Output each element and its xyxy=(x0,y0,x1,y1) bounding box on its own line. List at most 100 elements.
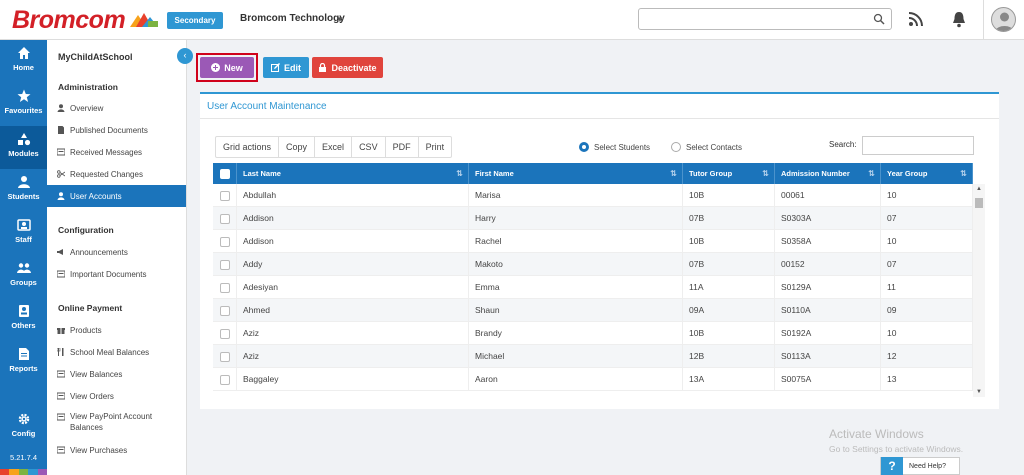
nav-staff[interactable]: Staff xyxy=(0,212,47,255)
table-row[interactable]: Addison Harry 07B S0303A 07 xyxy=(213,207,973,230)
table-cell: 10 xyxy=(881,230,973,253)
sidebar-item-view-balances[interactable]: View Balances xyxy=(47,363,186,385)
sidebar-item-school-meal-balances[interactable]: School Meal Balances xyxy=(47,341,186,363)
new-button[interactable]: New xyxy=(200,57,254,78)
sidebar-item-important-documents[interactable]: Important Documents xyxy=(47,263,186,285)
nav-others[interactable]: Others xyxy=(0,298,47,341)
user-icon xyxy=(57,104,65,112)
row-checkbox[interactable] xyxy=(220,191,230,201)
column-header-tutor-group[interactable]: Tutor Group ⇅ xyxy=(683,163,775,184)
edit-button-label: Edit xyxy=(284,62,301,73)
radio-checked-icon[interactable] xyxy=(579,142,589,152)
table-row[interactable]: Baggaley Aaron 13A S0075A 13 xyxy=(213,368,973,391)
scroll-up-icon[interactable]: ▲ xyxy=(973,186,985,192)
column-header-first-name[interactable]: First Name ⇅ xyxy=(469,163,683,184)
secondary-badge[interactable]: Secondary xyxy=(167,12,223,29)
table-cell: 11A xyxy=(683,276,775,299)
select-all-header xyxy=(213,163,237,184)
nav-reports[interactable]: Reports xyxy=(0,341,47,384)
sidebar-item-view-orders[interactable]: View Orders xyxy=(47,385,186,407)
nav-label: Config xyxy=(11,429,36,438)
sidebar-item-overview[interactable]: Overview xyxy=(47,97,186,119)
excel-button[interactable]: Excel xyxy=(315,137,353,157)
table-row[interactable]: Addison Rachel 10B S0358A 10 xyxy=(213,230,973,253)
scroll-thumb[interactable] xyxy=(975,198,983,208)
print-button[interactable]: Print xyxy=(419,137,452,157)
watermark-subtitle: Go to Settings to activate Windows. xyxy=(829,444,964,454)
deactivate-button-label: Deactivate xyxy=(331,62,377,73)
select-all-checkbox[interactable] xyxy=(220,169,230,179)
column-header-last-name[interactable]: Last Name ⇅ xyxy=(237,163,469,184)
table-cell: Rachel xyxy=(469,230,683,253)
sidebar-item-label: Requested Changes xyxy=(70,169,143,179)
collapse-sidebar-button[interactable]: ‹ xyxy=(177,48,193,64)
sidebar-item-requested-changes[interactable]: Requested Changes xyxy=(47,163,186,185)
nav-label: Staff xyxy=(15,235,32,244)
row-checkbox[interactable] xyxy=(220,283,230,293)
document-icon xyxy=(58,126,64,134)
pdf-button[interactable]: PDF xyxy=(386,137,419,157)
table-row[interactable]: Adesiyan Emma 11A S0129A 11 xyxy=(213,276,973,299)
table-cell: 10B xyxy=(683,230,775,253)
nav-groups[interactable]: Groups xyxy=(0,255,47,298)
list-icon xyxy=(57,370,65,378)
column-header-admission-number[interactable]: Admission Number ⇅ xyxy=(775,163,881,184)
nav-modules[interactable]: Modules xyxy=(0,126,47,169)
row-checkbox[interactable] xyxy=(220,375,230,385)
table-row[interactable]: Aziz Michael 12B S0113A 12 xyxy=(213,345,973,368)
row-checkbox[interactable] xyxy=(220,329,230,339)
copy-button[interactable]: Copy xyxy=(279,137,316,157)
sidebar-item-published-documents[interactable]: Published Documents xyxy=(47,119,186,141)
table-cell: Addy xyxy=(237,253,469,276)
organisation-name[interactable]: Bromcom Technology xyxy=(240,13,345,24)
row-checkbox[interactable] xyxy=(220,214,230,224)
table-cell: 11 xyxy=(881,276,973,299)
nav-students[interactable]: Students xyxy=(0,169,47,212)
sort-icon[interactable]: ⇅ xyxy=(762,163,769,184)
table-row[interactable]: Addy Makoto 07B 00152 07 xyxy=(213,253,973,276)
search-icon[interactable] xyxy=(873,13,885,25)
sort-icon[interactable]: ⇅ xyxy=(670,163,677,184)
avatar[interactable] xyxy=(991,7,1016,32)
radio-select-contacts[interactable]: Select Contacts xyxy=(671,142,742,152)
sidebar-item-products[interactable]: Products xyxy=(47,319,186,341)
sidebar-item-announcements[interactable]: Announcements xyxy=(47,241,186,263)
need-help-button[interactable]: ? Need Help? xyxy=(880,457,960,475)
global-search-input[interactable] xyxy=(638,8,892,30)
chevron-down-icon[interactable]: ▼ xyxy=(336,15,344,24)
bromcom-logo[interactable]: Bromcom xyxy=(12,6,126,35)
table-row[interactable]: Ahmed Shaun 09A S0110A 09 xyxy=(213,299,973,322)
table-cell: 07 xyxy=(881,253,973,276)
row-checkbox[interactable] xyxy=(220,260,230,270)
sidebar-item-view-paypoint-account-balances[interactable]: View PayPoint Account Balances xyxy=(47,409,186,437)
table-row[interactable]: Aziz Brandy 10B S0192A 10 xyxy=(213,322,973,345)
sort-icon[interactable]: ⇅ xyxy=(960,163,967,184)
staff-icon xyxy=(16,219,31,231)
nav-home[interactable]: Home xyxy=(0,40,47,83)
sort-icon[interactable]: ⇅ xyxy=(868,163,875,184)
cutlery-icon xyxy=(57,348,64,356)
nav-config[interactable]: Config xyxy=(0,406,47,449)
table-scrollbar[interactable]: ▲ ▼ xyxy=(973,184,985,397)
radio-unchecked-icon[interactable] xyxy=(671,142,681,152)
row-checkbox[interactable] xyxy=(220,306,230,316)
row-checkbox[interactable] xyxy=(220,352,230,362)
deactivate-button[interactable]: Deactivate xyxy=(312,57,383,78)
row-checkbox[interactable] xyxy=(220,237,230,247)
radio-select-students[interactable]: Select Students xyxy=(579,142,650,152)
nav-label: Reports xyxy=(9,364,38,373)
table-search-input[interactable] xyxy=(862,136,974,155)
home-icon xyxy=(17,47,30,59)
table-row[interactable]: Abdullah Marisa 10B 00061 10 xyxy=(213,184,973,207)
csv-button[interactable]: CSV xyxy=(352,137,386,157)
scroll-down-icon[interactable]: ▼ xyxy=(973,389,985,395)
rss-icon[interactable] xyxy=(908,11,924,27)
bell-icon[interactable] xyxy=(951,10,967,28)
sidebar-item-view-purchases[interactable]: View Purchases xyxy=(47,439,186,461)
sidebar-item-user-accounts[interactable]: User Accounts xyxy=(47,185,186,207)
column-header-year-group[interactable]: Year Group ⇅ xyxy=(881,163,973,184)
edit-button[interactable]: Edit xyxy=(263,57,309,78)
nav-favourites[interactable]: Favourites xyxy=(0,83,47,126)
sort-icon[interactable]: ⇅ xyxy=(456,163,463,184)
sidebar-item-received-messages[interactable]: Received Messages xyxy=(47,141,186,163)
